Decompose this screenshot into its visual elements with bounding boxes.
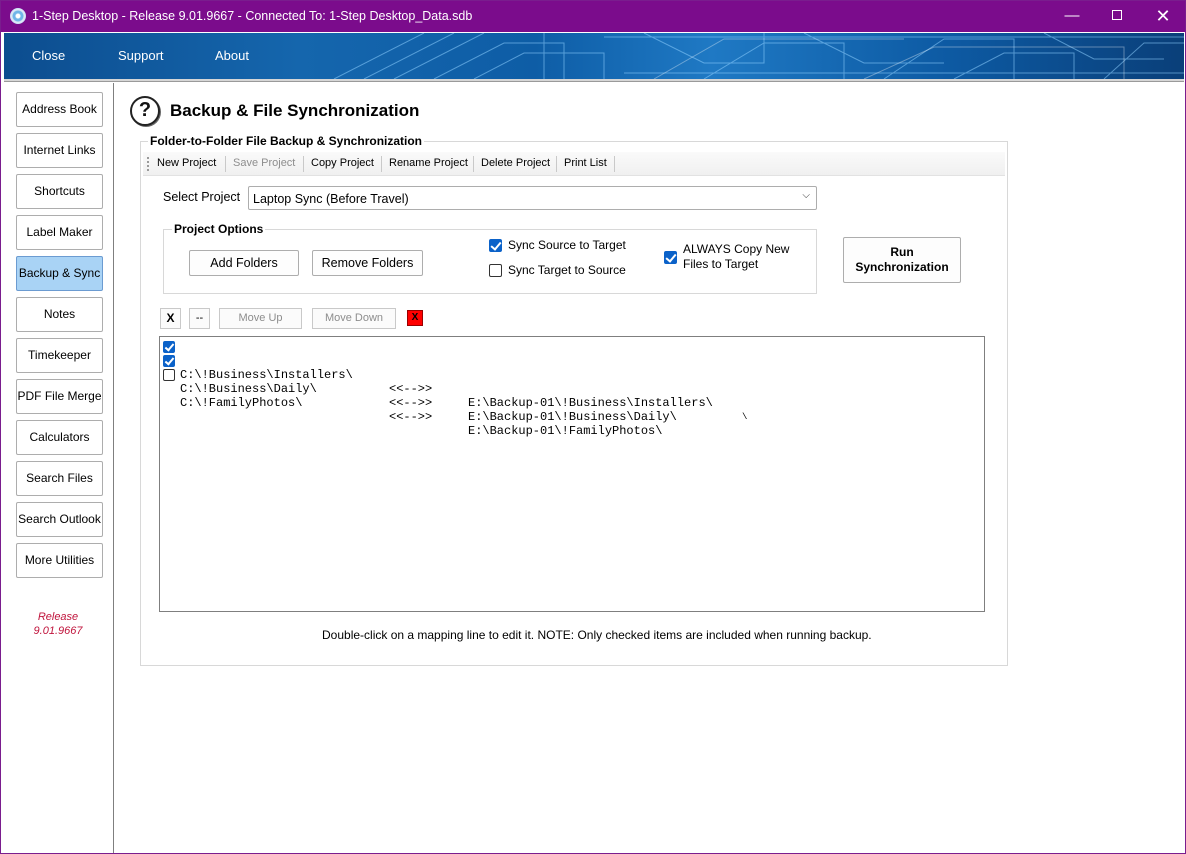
mapping-target: E:\Backup-01\!Business\Installers\	[468, 396, 713, 410]
sidebar-item-internet-links[interactable]: Internet Links	[16, 133, 103, 168]
maximize-icon	[1112, 10, 1122, 21]
app-icon	[10, 8, 26, 24]
mapping-tail: \	[742, 412, 748, 422]
sync-source-to-target-checkbox[interactable]	[489, 239, 502, 252]
sidebar-item-address-book[interactable]: Address Book	[16, 92, 103, 127]
sidebar-item-search-files[interactable]: Search Files	[16, 461, 103, 496]
delete-mapping-button[interactable]: X	[407, 310, 423, 326]
banner-graphic	[333, 33, 1184, 79]
app-window: 1-Step Desktop - Release 9.01.9667 - Con…	[0, 0, 1186, 854]
footer-note: Double-click on a mapping line to edit i…	[322, 628, 872, 642]
rename-project-button[interactable]: Rename Project	[389, 157, 468, 169]
sync-source-to-target-label: Sync Source to Target	[508, 238, 626, 252]
minimize-button[interactable]: —	[1049, 1, 1095, 32]
release-label: Release	[37, 611, 79, 623]
sidebar-item-label-maker[interactable]: Label Maker	[16, 215, 103, 250]
move-down-button[interactable]: Move Down	[312, 308, 396, 329]
run-button-line1: Run	[890, 245, 914, 259]
menu-divider	[4, 79, 1184, 82]
group-title: Folder-to-Folder File Backup & Synchroni…	[148, 134, 425, 148]
chevron-down-icon: ⌵	[802, 190, 810, 201]
sidebar-item-more-utilities[interactable]: More Utilities	[16, 543, 103, 578]
menu-close[interactable]: Close	[32, 48, 65, 63]
mapping-list[interactable]: C:\!Business\Installers\ <<-->> E:\Backu…	[159, 336, 985, 612]
title-bar: 1-Step Desktop - Release 9.01.9667 - Con…	[1, 1, 1185, 32]
list-item[interactable]: C:\!FamilyPhotos\ <<-->> E:\Backup-01\!F…	[162, 368, 982, 438]
menu-about[interactable]: About	[215, 48, 249, 63]
toolbar-separator	[381, 156, 382, 172]
mapping-arrow: <<-->>	[389, 410, 433, 424]
toolbar-separator	[225, 156, 226, 172]
sidebar-item-backup-sync[interactable]: Backup & Sync	[16, 256, 103, 291]
mapping-arrow: <<-->>	[389, 396, 433, 410]
project-options-group: Project Options Add Folders Remove Folde…	[163, 222, 817, 294]
backup-group: Folder-to-Folder File Backup & Synchroni…	[140, 134, 1008, 666]
help-icon[interactable]: ?	[130, 96, 160, 126]
close-window-button[interactable]: ✕	[1140, 1, 1186, 32]
move-up-button[interactable]: Move Up	[219, 308, 302, 329]
sidebar-item-timekeeper[interactable]: Timekeeper	[16, 338, 103, 373]
run-synchronization-button[interactable]: Run Synchronization	[843, 237, 961, 283]
mapping-checkbox[interactable]	[163, 369, 175, 381]
always-copy-new-label: ALWAYS Copy New Files to Target	[683, 242, 789, 272]
toolbar-grip-icon	[147, 157, 149, 171]
menu-bar: Close Support About	[4, 33, 1184, 79]
remove-folders-button[interactable]: Remove Folders	[312, 250, 423, 276]
menu-support[interactable]: Support	[118, 48, 164, 63]
copy-project-button[interactable]: Copy Project	[311, 157, 374, 169]
toolbar-separator	[614, 156, 615, 172]
delete-project-button[interactable]: Delete Project	[481, 157, 550, 169]
list-item[interactable]: C:\!Business\Installers\ <<-->> E:\Backu…	[162, 340, 982, 422]
sidebar-item-shortcuts[interactable]: Shortcuts	[16, 174, 103, 209]
project-dropdown-value: Laptop Sync (Before Travel)	[253, 192, 409, 206]
mapping-checkbox[interactable]	[163, 355, 175, 367]
sync-target-to-source-checkbox[interactable]	[489, 264, 502, 277]
project-dropdown[interactable]: Laptop Sync (Before Travel) ⌵	[248, 186, 817, 210]
maximize-button[interactable]	[1094, 1, 1140, 32]
toolbar-separator	[303, 156, 304, 172]
uncheck-all-button[interactable]: --	[189, 308, 210, 329]
run-button-line2: Synchronization	[855, 260, 949, 274]
toolbar-separator	[556, 156, 557, 172]
add-folders-button[interactable]: Add Folders	[189, 250, 299, 276]
toolbar-separator	[473, 156, 474, 172]
project-toolbar: New Project Save Project Copy Project Re…	[143, 152, 1005, 176]
release-info: Release 9.01.9667	[4, 610, 112, 638]
print-list-button[interactable]: Print List	[564, 157, 607, 169]
sidebar-item-search-outlook[interactable]: Search Outlook	[16, 502, 103, 537]
release-version: 9.01.9667	[33, 625, 83, 637]
new-project-button[interactable]: New Project	[157, 157, 216, 169]
mapping-checkbox[interactable]	[163, 341, 175, 353]
sidebar-item-calculators[interactable]: Calculators	[16, 420, 103, 455]
always-copy-new-checkbox[interactable]	[664, 251, 677, 264]
check-all-button[interactable]: X	[160, 308, 181, 329]
mapping-arrow: <<-->>	[389, 382, 433, 396]
always-copy-new-line1: ALWAYS Copy New	[683, 242, 790, 256]
mapping-source: C:\!FamilyPhotos\	[180, 396, 303, 410]
main-panel: ? Backup & File Synchronization Folder-t…	[118, 83, 1184, 853]
sidebar: Address Book Internet Links Shortcuts La…	[4, 83, 114, 853]
sync-target-to-source-label: Sync Target to Source	[508, 263, 626, 277]
list-item[interactable]: C:\!Business\Daily\ <<-->> E:\Backup-01\…	[162, 354, 982, 424]
save-project-button[interactable]: Save Project	[233, 157, 295, 169]
mapping-target: E:\Backup-01\!Business\Daily\	[468, 410, 677, 424]
always-copy-new-line2: Files to Target	[683, 257, 759, 271]
page-title: Backup & File Synchronization	[170, 101, 420, 120]
project-options-title: Project Options	[172, 222, 266, 236]
select-project-label: Select Project	[163, 190, 241, 204]
mapping-target: E:\Backup-01\!FamilyPhotos\	[468, 424, 663, 438]
sidebar-item-pdf-file-merge[interactable]: PDF File Merge	[16, 379, 103, 414]
window-title: 1-Step Desktop - Release 9.01.9667 - Con…	[32, 9, 473, 23]
sidebar-item-notes[interactable]: Notes	[16, 297, 103, 332]
